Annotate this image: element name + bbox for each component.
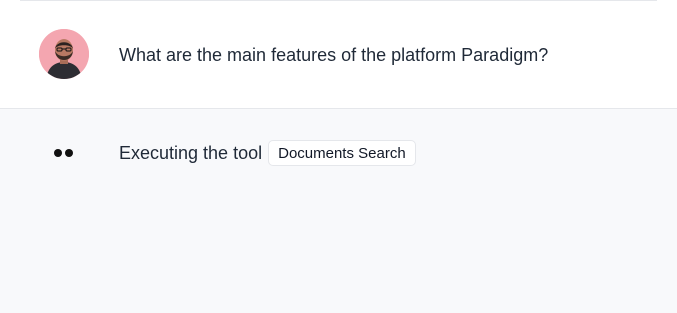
typing-dot — [54, 149, 62, 157]
typing-dots-icon — [54, 149, 78, 157]
assistant-message: Executing the tool Documents Search — [0, 109, 677, 313]
user-message: What are the main features of the platfo… — [0, 1, 677, 109]
tool-chip: Documents Search — [268, 140, 416, 166]
tool-status-text: Executing the tool — [119, 143, 263, 163]
user-message-text: What are the main features of the platfo… — [119, 45, 549, 65]
avatar-image — [39, 29, 89, 79]
typing-dot — [65, 149, 73, 157]
tool-status: Executing the tool Documents Search — [119, 140, 416, 166]
user-avatar — [39, 29, 89, 79]
